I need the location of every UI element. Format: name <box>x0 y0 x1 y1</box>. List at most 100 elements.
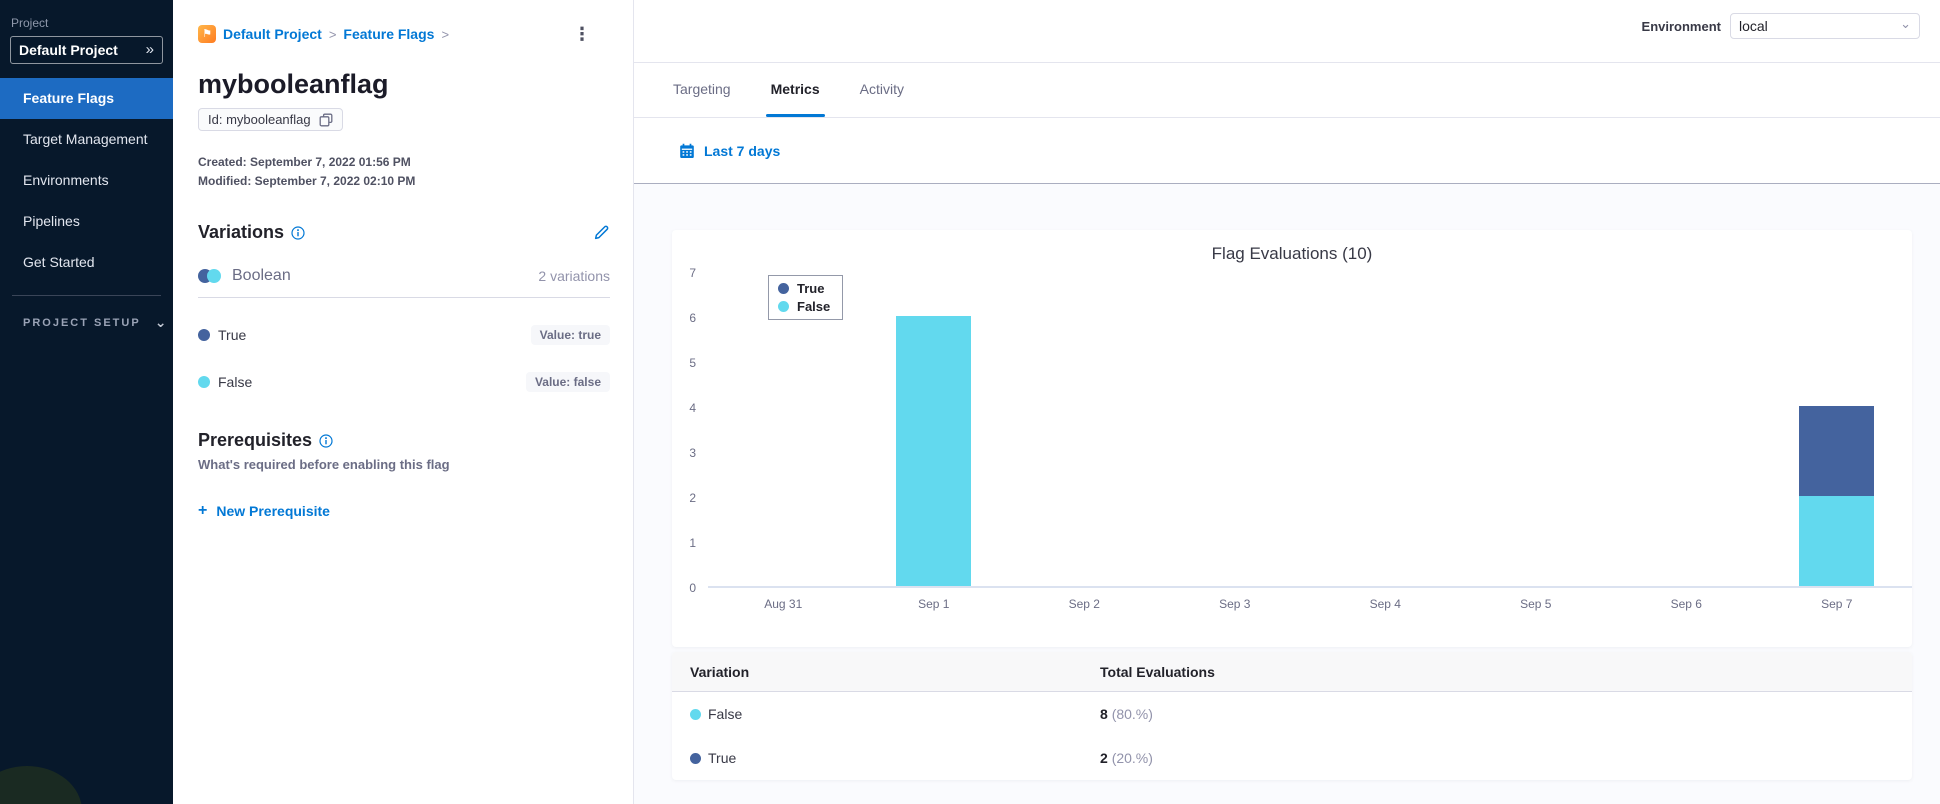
variation-value-chip-false: Value: false <box>525 372 610 392</box>
variation-row-true: True Value: true <box>198 325 610 345</box>
app-window: Project Default Project » Feature Flags … <box>0 0 1940 804</box>
project-setup-label: PROJECT SETUP <box>23 316 141 329</box>
edit-variations-button[interactable] <box>593 224 610 241</box>
new-prerequisite-label: New Prerequisite <box>216 503 330 519</box>
chart-legend: True False <box>768 275 844 320</box>
tab-targeting[interactable]: Targeting <box>668 63 736 117</box>
kebab-menu-button[interactable]: ⋮ <box>573 24 591 45</box>
tab-activity[interactable]: Activity <box>855 63 909 117</box>
project-label: Project <box>11 16 49 30</box>
sidebar-item-feature-flags[interactable]: Feature Flags <box>0 78 173 119</box>
variation-dot-true <box>198 329 210 341</box>
row-count: 8 <box>1100 706 1108 722</box>
filter-bar: Last 7 days <box>634 118 1940 184</box>
project-selector[interactable]: Default Project » <box>10 36 163 64</box>
metrics-table: Variation Total Evaluations False 8 (80.… <box>672 652 1912 780</box>
flag-id-chip: Id: mybooleanflag <box>198 108 343 131</box>
column-header-total-evaluations: Total Evaluations <box>1100 663 1215 680</box>
bar-segment-false <box>1799 496 1875 586</box>
variation-row-false: False Value: false <box>198 372 610 392</box>
modified-text: Modified: September 7, 2022 02:10 PM <box>198 174 416 188</box>
legend-item-true: True <box>778 281 830 296</box>
chart-plot: True False <box>708 273 1912 588</box>
help-blob <box>0 766 82 804</box>
variation-name-true: True <box>218 327 247 343</box>
environment-header: Environment local ⌄ <box>634 0 1940 63</box>
sidebar-item-get-started[interactable]: Get Started <box>0 242 173 283</box>
chart-title: Flag Evaluations (10) <box>1211 244 1373 263</box>
environment-label: Environment <box>1641 18 1721 34</box>
legend-item-false: False <box>778 299 830 314</box>
x-axis-label: Sep 3 <box>1219 597 1251 611</box>
flag-title: mybooleanflag <box>198 69 389 99</box>
sidebar: Project Default Project » Feature Flags … <box>0 0 173 804</box>
chart-slot <box>1611 273 1762 586</box>
x-axis-label: Sep 1 <box>918 597 950 611</box>
x-axis-label: Sep 6 <box>1670 597 1702 611</box>
row-dot-true <box>690 752 701 764</box>
copy-icon[interactable] <box>319 113 333 127</box>
project-selector-value: Default Project <box>19 41 118 58</box>
bar-stack <box>1799 406 1875 586</box>
project-setup-toggle[interactable]: PROJECT SETUP ⌄ <box>0 296 173 331</box>
prerequisites-subtitle: What's required before enabling this fla… <box>198 457 450 472</box>
date-range-button[interactable]: Last 7 days <box>679 143 780 159</box>
tab-bar: Targeting Metrics Activity <box>634 63 1940 118</box>
chart-area: 0 1 2 3 4 5 6 7 True False <box>672 266 1912 595</box>
environment-select-value: local <box>1739 18 1768 34</box>
x-axis-label: Sep 5 <box>1520 597 1552 611</box>
bar-segment-false <box>896 316 972 586</box>
tab-metrics[interactable]: Metrics <box>765 63 825 117</box>
info-icon[interactable] <box>291 225 305 240</box>
chart-slot <box>1310 273 1461 586</box>
variations-heading-text: Variations <box>198 222 285 242</box>
chart-slot <box>1461 273 1612 586</box>
legend-dot <box>778 301 789 312</box>
chart-slot <box>1009 273 1160 586</box>
variations-count: 2 variations <box>538 268 610 284</box>
variation-type-row: Boolean 2 variations <box>198 267 610 298</box>
breadcrumb-link-project[interactable]: Default Project <box>223 26 322 42</box>
calendar-icon <box>679 143 695 159</box>
breadcrumb-separator: > <box>441 26 450 42</box>
date-range-label: Last 7 days <box>704 142 781 159</box>
chart-slots <box>708 273 1912 586</box>
chart-slot <box>859 273 1010 586</box>
sidebar-item-pipelines[interactable]: Pipelines <box>0 201 173 242</box>
row-dot-false <box>690 708 701 720</box>
y-tick-label: 7 <box>689 266 696 280</box>
bar-stack <box>896 316 972 586</box>
y-tick-label: 0 <box>689 581 696 595</box>
variations-heading: Variations <box>198 222 305 243</box>
row-variation-name: False <box>708 706 743 722</box>
environment-select[interactable]: local ⌄ <box>1730 13 1920 39</box>
created-text: Created: September 7, 2022 01:56 PM <box>198 155 411 169</box>
new-prerequisite-button[interactable]: + New Prerequisite <box>198 502 610 520</box>
legend-label: True <box>797 281 825 296</box>
y-tick-label: 1 <box>689 536 696 550</box>
main-panel: Environment local ⌄ Targeting Metrics Ac… <box>634 0 1940 804</box>
x-axis-label: Aug 31 <box>764 597 803 611</box>
chart-card: Flag Evaluations (10) 0 1 2 3 4 5 6 7 True False… <box>672 230 1912 647</box>
variation-value-chip-true: Value: true <box>530 325 610 345</box>
x-axis-label: Sep 2 <box>1068 597 1100 611</box>
chart-slot <box>1762 273 1913 586</box>
y-tick-label: 6 <box>689 311 696 325</box>
breadcrumb-link-feature-flags[interactable]: Feature Flags <box>343 26 434 42</box>
chart-slot <box>1160 273 1311 586</box>
table-header: Variation Total Evaluations <box>672 652 1912 692</box>
x-axis-label: Sep 7 <box>1821 597 1853 611</box>
metrics-content: Flag Evaluations (10) 0 1 2 3 4 5 6 7 True False… <box>634 184 1940 804</box>
table-row: False 8 (80.%) <box>672 692 1912 736</box>
legend-label: False <box>797 299 831 314</box>
variation-dot-false <box>198 376 210 388</box>
prerequisites-heading-text: Prerequisites <box>198 430 313 450</box>
row-count: 2 <box>1100 750 1108 766</box>
x-axis-label: Sep 4 <box>1369 597 1401 611</box>
y-tick-label: 5 <box>689 356 696 370</box>
flag-panel: ⚑ Default Project > Feature Flags > ⋮ my… <box>173 0 634 804</box>
sidebar-item-target-management[interactable]: Target Management <box>0 119 173 160</box>
sidebar-item-environments[interactable]: Environments <box>0 160 173 201</box>
info-icon[interactable] <box>319 433 333 448</box>
flag-id-text: Id: mybooleanflag <box>208 112 311 127</box>
